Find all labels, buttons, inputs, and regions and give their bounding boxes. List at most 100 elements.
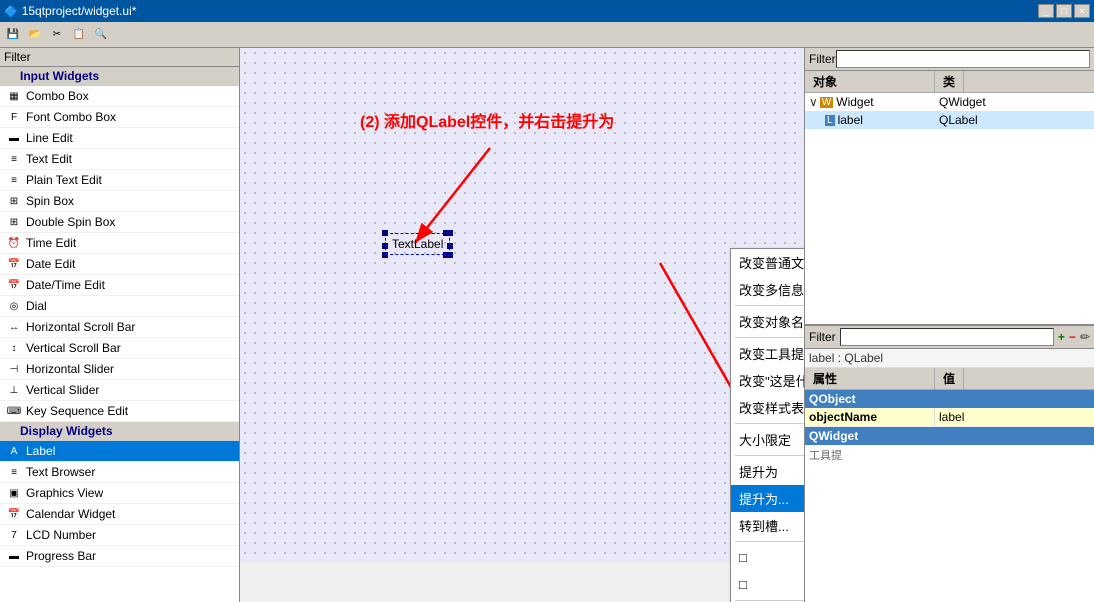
window-controls[interactable]: _ □ × — [1038, 4, 1090, 18]
widget-item-line-edit[interactable]: ▬ Line Edit — [0, 128, 239, 149]
widget-item-plain-text-edit[interactable]: ≡ Plain Text Edit — [0, 170, 239, 191]
property-header: Filter + − ✏ — [805, 326, 1094, 349]
toolbar-btn-3[interactable]: ✂ — [46, 25, 68, 45]
object-tree-header: Filter — [805, 48, 1094, 71]
text-browser-label: Text Browser — [26, 465, 95, 479]
widget-item-label[interactable]: A Label — [0, 441, 239, 462]
property-edit-button[interactable]: ✏ — [1080, 330, 1090, 344]
context-menu: 改变普通文本... 改变多信息文本... 改变对象名称... 改变工具提示...… — [730, 248, 804, 602]
menu-item-change-rich-text[interactable]: 改变多信息文本... — [731, 276, 804, 303]
dial-label: Dial — [26, 299, 47, 313]
menu-separator-5 — [735, 541, 804, 542]
widget-item-h-slider[interactable]: ⊣ Horizontal Slider — [0, 359, 239, 380]
widget-item-text-edit[interactable]: ≡ Text Edit — [0, 149, 239, 170]
menu-item-change-tooltip[interactable]: 改变工具提示... — [731, 340, 804, 367]
property-breadcrumb: label : QLabel — [805, 349, 1094, 368]
widget-item-v-scrollbar[interactable]: ↕ Vertical Scroll Bar — [0, 338, 239, 359]
plain-text-edit-icon: ≡ — [6, 172, 22, 188]
menu-item-send-to-back[interactable]: □ 放到后面(B) — [731, 544, 804, 571]
window-title: 15qtproject/widget.ui* — [22, 4, 1038, 18]
toolbar-btn-1[interactable]: 💾 — [2, 25, 24, 45]
tree-object-widget: Widget — [836, 95, 873, 109]
annotation-text: (2) 添加QLabel控件，并右击提升为 — [360, 108, 614, 132]
double-spin-box-icon: ⊞ — [6, 214, 22, 230]
widget-item-spin-box[interactable]: ⊞ Spin Box — [0, 191, 239, 212]
property-filter-input[interactable] — [840, 328, 1054, 346]
menu-item-change-obj-name[interactable]: 改变对象名称... — [731, 308, 804, 335]
menu-item-promote-to[interactable]: 提升为... — [731, 485, 804, 512]
text-label-widget[interactable]: TextLabel — [385, 233, 450, 255]
widget-item-dial[interactable]: ◎ Dial — [0, 296, 239, 317]
widget-item-text-browser[interactable]: ≡ Text Browser — [0, 462, 239, 483]
menu-item-change-whatsthis[interactable]: 改变"这是什么"... — [731, 367, 804, 394]
widget-item-key-seq-edit[interactable]: ⌨ Key Sequence Edit — [0, 401, 239, 422]
toolbar-btn-4[interactable]: 📋 — [68, 25, 90, 45]
font-combo-box-icon: F — [6, 109, 22, 125]
menu-item-change-stylesheet[interactable]: 改变样式表... — [731, 394, 804, 421]
widget-item-time-edit[interactable]: ⏰ Time Edit — [0, 233, 239, 254]
menu-item-change-plain-text[interactable]: 改变普通文本... — [731, 249, 804, 276]
minimize-button[interactable]: _ — [1038, 4, 1054, 18]
calendar-label: Calendar Widget — [26, 507, 115, 521]
menu-item-promote[interactable]: 提升为 — [731, 458, 804, 485]
datetime-edit-icon: 📅 — [6, 277, 22, 293]
design-canvas[interactable]: (2) 添加QLabel控件，并右击提升为 — [240, 48, 804, 562]
v-slider-label: Vertical Slider — [26, 383, 99, 397]
widget-item-date-edit[interactable]: 📅 Date Edit — [0, 254, 239, 275]
property-remove-button[interactable]: − — [1069, 330, 1076, 344]
widget-item-v-slider[interactable]: ⊥ Vertical Slider — [0, 380, 239, 401]
toolbar-btn-5[interactable]: 🔍 — [90, 25, 112, 45]
app-icon: 🔷 — [4, 5, 18, 18]
category-input-widgets: Input Widgets — [0, 67, 239, 86]
label-tree-icon: L — [825, 115, 835, 126]
combo-box-label: Combo Box — [26, 89, 89, 103]
prop-name-objectname: objectName — [805, 408, 935, 426]
object-tree-filter-input[interactable] — [836, 50, 1090, 68]
toolbar: 💾 📂 ✂ 📋 🔍 — [0, 22, 1094, 48]
tree-header: 对象 类 — [805, 71, 1094, 93]
main-layout: Filter Input Widgets ▦ Combo Box F Font … — [0, 48, 1094, 602]
widget-item-font-combo-box[interactable]: F Font Combo Box — [0, 107, 239, 128]
widget-item-lcd-number[interactable]: 7 LCD Number — [0, 525, 239, 546]
time-edit-label: Time Edit — [26, 236, 76, 250]
object-tree: 对象 类 ∨ W Widget QWidget L label — [805, 71, 1094, 324]
prop-row-objectname[interactable]: objectName label — [805, 408, 1094, 427]
menu-item-go-to-slot[interactable]: 转到槽... — [731, 512, 804, 539]
progress-bar-label: Progress Bar — [26, 549, 96, 563]
widget-item-datetime-edit[interactable]: 📅 Date/Time Edit — [0, 275, 239, 296]
menu-separator-3 — [735, 423, 804, 424]
toolbar-btn-2[interactable]: 📂 — [24, 25, 46, 45]
property-add-button[interactable]: + — [1058, 330, 1065, 344]
widget-item-double-spin-box[interactable]: ⊞ Double Spin Box — [0, 212, 239, 233]
tree-class-widget: QWidget — [935, 94, 990, 110]
menu-item-size-policy[interactable]: 大小限定 — [731, 426, 804, 453]
datetime-edit-label: Date/Time Edit — [26, 278, 105, 292]
widget-item-calendar[interactable]: 📅 Calendar Widget — [0, 504, 239, 525]
text-browser-icon: ≡ — [6, 464, 22, 480]
widget-item-h-scrollbar[interactable]: ↔ Horizontal Scroll Bar — [0, 317, 239, 338]
close-button[interactable]: × — [1074, 4, 1090, 18]
widget-item-progress-bar[interactable]: ▬ Progress Bar — [0, 546, 239, 567]
prop-section-qwidget: QWidget — [805, 427, 1094, 445]
calendar-icon: 📅 — [6, 506, 22, 522]
menu-item-bring-to-front[interactable]: □ 放到前面(F) — [731, 571, 804, 598]
widget-item-combo-box[interactable]: ▦ Combo Box — [0, 86, 239, 107]
tree-row-label[interactable]: L label QLabel — [805, 111, 1094, 129]
v-slider-icon: ⊥ — [6, 382, 22, 398]
key-seq-edit-icon: ⌨ — [6, 403, 22, 419]
prop-value-objectname[interactable]: label — [935, 408, 1094, 426]
plain-text-edit-label: Plain Text Edit — [26, 173, 102, 187]
menu-separator-1 — [735, 305, 804, 306]
font-combo-box-label: Font Combo Box — [26, 110, 116, 124]
maximize-button[interactable]: □ — [1056, 4, 1072, 18]
h-slider-icon: ⊣ — [6, 361, 22, 377]
progress-bar-icon: ▬ — [6, 548, 22, 564]
menu-separator-6 — [735, 600, 804, 601]
lcd-number-icon: 7 — [6, 527, 22, 543]
h-slider-label: Horizontal Slider — [26, 362, 114, 376]
left-panel: Filter Input Widgets ▦ Combo Box F Font … — [0, 48, 240, 602]
tree-row-widget[interactable]: ∨ W Widget QWidget — [805, 93, 1094, 111]
prop-col-name: 属性 — [805, 368, 935, 389]
left-panel-filter-label: Filter — [0, 48, 239, 67]
widget-item-graphics-view[interactable]: ▣ Graphics View — [0, 483, 239, 504]
